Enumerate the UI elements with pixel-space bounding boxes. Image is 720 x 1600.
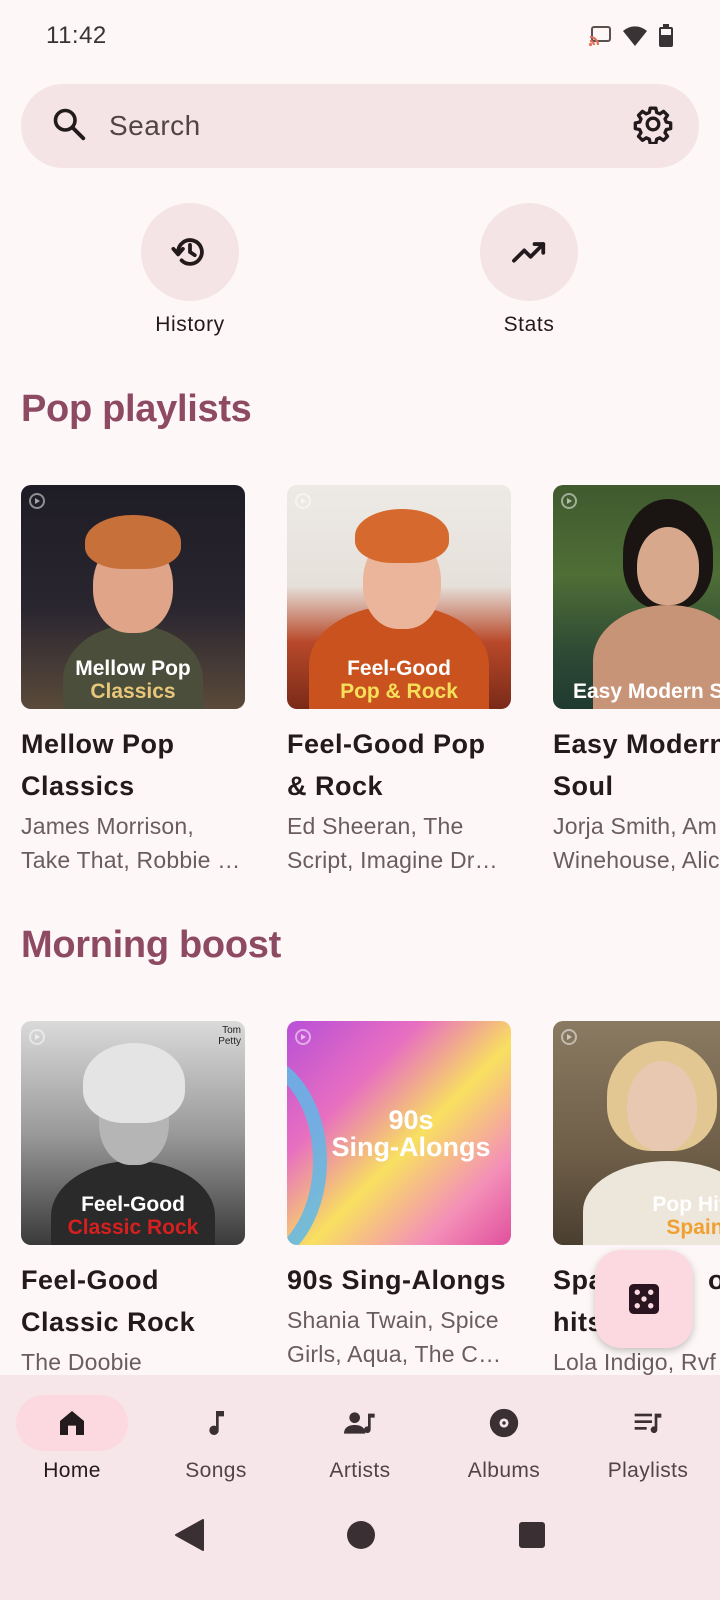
nav-pill[interactable]: [16, 1395, 128, 1451]
nav-pill[interactable]: [448, 1395, 560, 1451]
nav-label: Playlists: [607, 1459, 689, 1482]
playlist-subtitle: Shania Twain, Spice Girls, Aqua, The C…: [287, 1307, 502, 1367]
nav-label: Albums: [467, 1459, 541, 1482]
stats-label: Stats: [503, 313, 555, 336]
cover-text: Mellow Pop Classics: [75, 657, 191, 703]
section-title-pop-playlists: Pop playlists: [21, 388, 252, 430]
nav-pill[interactable]: [592, 1395, 704, 1451]
playlist-title[interactable]: Feel-Good Pop & Rock: [287, 723, 511, 807]
playlist-card[interactable]: Mellow Pop Classics Mellow Pop Classics …: [21, 485, 245, 875]
cover-tag: Tom Petty: [218, 1025, 241, 1047]
playlist-title[interactable]: 90s Sing-Alongs: [287, 1259, 511, 1301]
history-circle[interactable]: [141, 203, 239, 301]
playlist-title[interactable]: Mellow Pop Classics: [21, 723, 245, 807]
playlist-subtitle: James Morrison, Take That, Robbie …: [21, 813, 241, 873]
nav-item-home[interactable]: Home: [0, 1375, 144, 1495]
search-bar[interactable]: [21, 84, 699, 168]
history-label: History: [155, 313, 225, 336]
playlist-card[interactable]: Easy Modern S Easy Modern Soul Jorja Smi…: [553, 485, 720, 875]
wifi-icon: [622, 25, 648, 47]
history-button[interactable]: History: [110, 203, 270, 337]
playlist-cover[interactable]: 90s Sing-Alongs: [287, 1021, 511, 1245]
playlist-cover[interactable]: Feel-Good Pop & Rock: [287, 485, 511, 709]
back-button[interactable]: [173, 1518, 205, 1557]
artist-icon: [344, 1412, 375, 1434]
recents-square-icon: [519, 1522, 545, 1548]
nav-item-playlists[interactable]: Playlists: [576, 1375, 720, 1495]
pop-playlists-row[interactable]: Mellow Pop Classics Mellow Pop Classics …: [21, 485, 720, 875]
cover-text: Pop Hits Spain: [652, 1193, 720, 1239]
playlist-card[interactable]: 90s Sing-Alongs 90s Sing-Alongs Shania T…: [287, 1021, 511, 1375]
nav-item-artists[interactable]: Artists: [288, 1375, 432, 1495]
nav-pill[interactable]: [160, 1395, 272, 1451]
nav-label: Songs: [185, 1459, 247, 1482]
cover-text: Feel-Good Classic Rock: [67, 1193, 199, 1239]
playlist-cover[interactable]: Pop Hits Spain: [553, 1021, 720, 1245]
nav-item-albums[interactable]: Albums: [432, 1375, 576, 1495]
status-time: 11:42: [46, 22, 107, 49]
play-badge-icon: [561, 1029, 577, 1045]
music-note-icon: [209, 1411, 224, 1435]
playlist-title[interactable]: Easy Modern Soul: [553, 723, 720, 807]
playlist-cover[interactable]: Tom Petty Feel-Good Classic Rock: [21, 1021, 245, 1245]
nav-label: Artists: [329, 1459, 391, 1482]
recents-button[interactable]: [517, 1520, 547, 1555]
playlist-icon: [634, 1413, 662, 1434]
battery-icon: [658, 24, 674, 48]
stats-button[interactable]: Stats: [449, 203, 609, 337]
play-badge-icon: [29, 493, 45, 509]
playlist-subtitle: Lola Indigo, Rvf: [553, 1349, 717, 1375]
trending-up-icon: [512, 242, 546, 263]
playlist-card[interactable]: Feel-Good Pop & Rock Feel-Good Pop & Roc…: [287, 485, 511, 875]
play-badge-icon: [295, 493, 311, 509]
shuffle-dice-button[interactable]: [595, 1250, 693, 1348]
section-title-morning-boost: Morning boost: [21, 924, 281, 966]
system-navigation: [0, 1495, 720, 1600]
cover-text: Easy Modern S: [573, 680, 720, 703]
playlist-cover[interactable]: Mellow Pop Classics: [21, 485, 245, 709]
settings-icon[interactable]: [633, 104, 673, 149]
home-button[interactable]: [345, 1519, 377, 1556]
stats-circle[interactable]: [480, 203, 578, 301]
status-bar: 11:42: [0, 0, 720, 72]
bottom-navigation: Home Songs Artists Albums Playlists: [0, 1375, 720, 1495]
play-badge-icon: [561, 493, 577, 509]
status-icons: [588, 24, 674, 48]
playlist-cover[interactable]: Easy Modern S: [553, 485, 720, 709]
playlist-subtitle: Ed Sheeran, The Script, Imagine Dr…: [287, 813, 498, 873]
nav-item-songs[interactable]: Songs: [144, 1375, 288, 1495]
cast-icon: [588, 25, 612, 47]
playlist-subtitle: Jorja Smith, Am Winehouse, Alic: [553, 813, 720, 873]
play-badge-icon: [295, 1029, 311, 1045]
album-icon: [489, 1408, 519, 1438]
home-icon: [60, 1411, 84, 1435]
playlist-title[interactable]: Feel-Good Classic Rock: [21, 1259, 245, 1343]
nav-pill[interactable]: [304, 1395, 416, 1451]
dice-icon: [629, 1284, 659, 1314]
history-icon: [171, 238, 204, 266]
search-icon[interactable]: [51, 106, 87, 147]
play-badge-icon: [29, 1029, 45, 1045]
playlist-card[interactable]: Tom Petty Feel-Good Classic Rock Feel-Go…: [21, 1021, 245, 1375]
home-circle-icon: [347, 1521, 375, 1549]
search-input[interactable]: [109, 110, 633, 142]
cover-text: 90s Sing-Alongs: [331, 1105, 491, 1162]
cover-text: Feel-Good Pop & Rock: [340, 657, 458, 703]
back-triangle-icon: [175, 1519, 204, 1551]
nav-label: Home: [43, 1459, 101, 1482]
playlist-subtitle: The Doobie: [21, 1349, 142, 1375]
